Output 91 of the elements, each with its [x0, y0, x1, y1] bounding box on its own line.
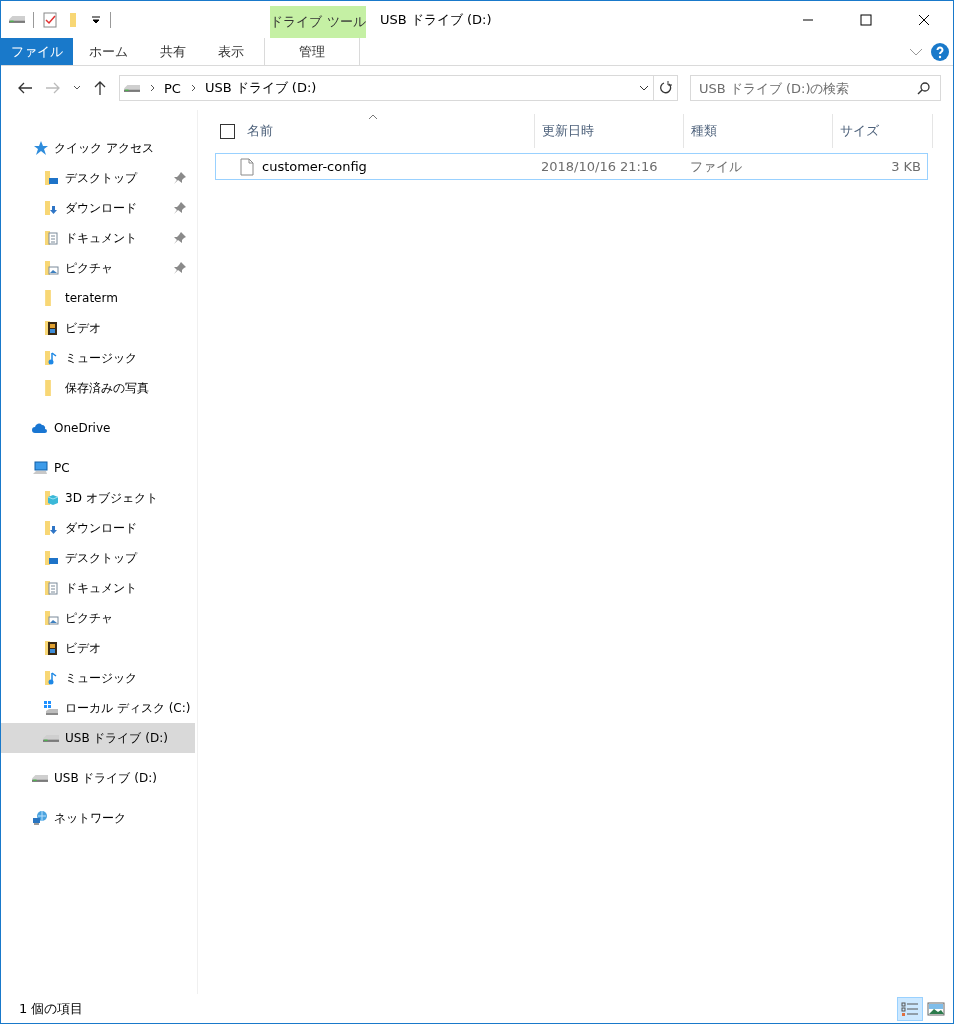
back-arrow-icon — [17, 81, 33, 95]
drive-icon — [32, 774, 48, 782]
forward-arrow-icon — [45, 81, 61, 95]
close-icon — [918, 13, 930, 26]
column-header[interactable]: サイズ — [833, 114, 933, 148]
file-icon — [240, 157, 254, 176]
folder-icon — [43, 580, 59, 596]
folder-icon — [43, 200, 59, 216]
search-field[interactable]: USB ドライブ (D:)の検索 — [690, 75, 941, 101]
breadcrumb[interactable]: PC — [164, 80, 181, 96]
expand-ribbon-icon[interactable] — [909, 47, 923, 56]
select-all-checkbox[interactable] — [220, 123, 235, 139]
sidebar-item[interactable]: teraterm — [1, 283, 195, 313]
column-header[interactable]: 更新日時 — [535, 114, 684, 148]
sidebar-item[interactable]: ビデオ — [1, 313, 195, 343]
sidebar-item[interactable]: デスクトップ — [1, 163, 195, 193]
sidebar-item[interactable]: ダウンロード — [1, 513, 195, 543]
pin-icon[interactable] — [173, 201, 187, 215]
search-icon[interactable] — [917, 81, 931, 95]
table-cell-text: 2018/10/16 21:16 — [540, 159, 659, 174]
sidebar-item[interactable]: USB ドライブ (D:) — [1, 723, 195, 753]
folder-icon — [45, 380, 51, 396]
picture-icon — [927, 1000, 945, 1017]
pin-icon[interactable] — [173, 261, 187, 275]
address-bar[interactable]: PC USB ドライブ (D:) — [119, 75, 654, 101]
folder-icon — [43, 670, 59, 686]
maximize-icon — [860, 13, 872, 26]
sidebar-item[interactable]: OneDrive — [1, 413, 195, 443]
window-title: USB ドライブ (D:) — [379, 10, 493, 29]
help-icon[interactable] — [931, 42, 949, 61]
sidebar-item[interactable]: 保存済みの写真 — [1, 373, 195, 403]
drive-icon — [9, 16, 25, 23]
folder-icon — [43, 230, 59, 246]
folder-icon — [43, 520, 59, 536]
folder-icon — [43, 170, 59, 186]
chevron-down-icon — [73, 85, 81, 91]
up-arrow-icon — [93, 80, 107, 96]
folder-icon — [43, 490, 59, 506]
sidebar-item[interactable]: PC — [1, 453, 195, 483]
ribbon-tab[interactable]: 管理 — [264, 38, 360, 65]
sidebar-item[interactable]: デスクトップ — [1, 543, 195, 573]
sidebar-item[interactable]: ビデオ — [1, 633, 195, 663]
sidebar-item[interactable]: ローカル ディスク (C:) — [1, 693, 195, 723]
column-header[interactable]: 種類 — [684, 114, 833, 148]
sidebar-item[interactable]: ピクチャ — [1, 603, 195, 633]
computer-icon — [32, 460, 48, 476]
sidebar-item[interactable]: ドキュメント — [1, 223, 195, 253]
folder-icon — [45, 290, 51, 306]
column-title: 種類 — [691, 122, 717, 140]
refresh-button[interactable] — [654, 75, 678, 101]
breadcrumb[interactable]: USB ドライブ (D:) — [204, 79, 317, 97]
sidebar-item[interactable]: ダウンロード — [1, 193, 195, 223]
refresh-icon — [658, 81, 673, 95]
sidebar-item[interactable]: USB ドライブ (D:) — [1, 763, 195, 793]
drive-icon — [43, 734, 59, 742]
sidebar-item[interactable]: ネットワーク — [1, 803, 195, 833]
table-cell-text: 3 KB — [890, 159, 922, 174]
details-view-button[interactable] — [897, 996, 923, 1021]
folder-icon — [43, 260, 59, 276]
star-icon — [32, 140, 48, 156]
sidebar-item[interactable]: ピクチャ — [1, 253, 195, 283]
table-cell-text: ファイル — [689, 157, 743, 176]
column-header[interactable]: 名前 — [214, 114, 535, 148]
folder-icon — [43, 350, 59, 366]
folder-icon — [43, 640, 59, 656]
pin-icon[interactable] — [173, 171, 187, 185]
column-title: 名前 — [247, 122, 273, 140]
dropdown-icon[interactable] — [90, 13, 102, 26]
chevron-icon — [148, 84, 156, 92]
status-text: 1 個の項目 — [19, 999, 85, 1018]
sidebar-item[interactable]: ドキュメント — [1, 573, 195, 603]
column-title: 更新日時 — [542, 122, 594, 140]
folder-icon — [43, 320, 59, 336]
folder-icon — [43, 550, 59, 566]
context-tab-label: ドライブ ツール — [270, 6, 366, 38]
list-icon — [901, 1000, 919, 1017]
folder-icon — [43, 610, 59, 626]
ribbon-tab[interactable]: ファイル — [1, 38, 73, 65]
properties-icon[interactable] — [42, 11, 58, 28]
pin-icon[interactable] — [173, 231, 187, 245]
network-icon — [32, 810, 48, 826]
sidebar-item[interactable]: ミュージック — [1, 663, 195, 693]
sidebar-item[interactable]: 3D オブジェクト — [1, 483, 195, 513]
sidebar-item[interactable]: ミュージック — [1, 343, 195, 373]
dropdown-icon[interactable] — [639, 85, 649, 91]
column-title: サイズ — [840, 122, 879, 140]
sidebar-item[interactable]: クイック アクセス — [1, 133, 195, 163]
disk-drive-icon — [43, 700, 59, 716]
file-name: customer-config — [262, 159, 367, 174]
drive-icon — [124, 84, 140, 92]
file-row[interactable]: customer-config 2018/10/16 21:16 ファイル 3 KB — [215, 153, 928, 180]
